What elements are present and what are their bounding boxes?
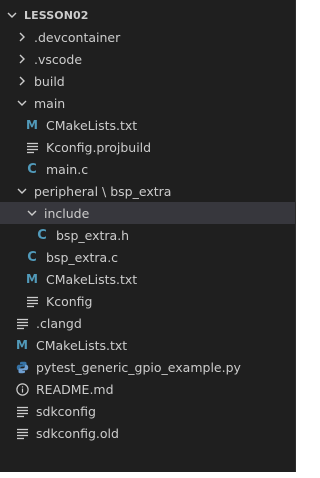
chevron-down-icon	[4, 7, 20, 23]
tree-item-label: CMakeLists.txt	[36, 337, 128, 353]
tree-item-label: build	[34, 73, 65, 89]
tree-item-label: Kconfig.projbuild	[46, 139, 152, 155]
tree-item-clangd[interactable]: .clangd	[0, 312, 295, 334]
tree-item-label: sdkconfig	[36, 403, 96, 419]
tree-item-label: bsp_extra.h	[56, 227, 130, 243]
chevron-right-icon	[14, 29, 30, 45]
chevron-right-icon	[14, 73, 30, 89]
c-file-icon: C	[27, 249, 37, 265]
root-folder-label: LESSON02	[24, 8, 89, 22]
lines-icon	[14, 425, 30, 441]
chevron-down-icon	[14, 183, 30, 199]
tree-item-devcontainer[interactable]: .devcontainer	[0, 26, 295, 48]
tree-item-peripheral-cmakelists[interactable]: M CMakeLists.txt	[0, 268, 295, 290]
cmake-icon: M	[26, 272, 38, 286]
tree-item-main-c[interactable]: C main.c	[0, 158, 295, 180]
tree-item-label: sdkconfig.old	[36, 425, 119, 441]
lines-icon	[24, 139, 40, 155]
python-icon	[14, 359, 30, 375]
tree-item-main-cmakelists[interactable]: M CMakeLists.txt	[0, 114, 295, 136]
tree-item-label: README.md	[36, 381, 114, 397]
c-file-icon: C	[27, 161, 37, 177]
tree-item-root-cmakelists[interactable]: M CMakeLists.txt	[0, 334, 295, 356]
tree-item-label: CMakeLists.txt	[46, 271, 138, 287]
tree-item-pytest-generic-gpio-example[interactable]: pytest_generic_gpio_example.py	[0, 356, 295, 378]
tree-item-kconfig[interactable]: Kconfig	[0, 290, 295, 312]
lines-icon	[14, 403, 30, 419]
tree-item-label: include	[44, 205, 90, 221]
tree-item-label: CMakeLists.txt	[46, 117, 138, 133]
tree-item-label: peripheral \ bsp_extra	[34, 183, 172, 199]
tree-item-sdkconfig[interactable]: sdkconfig	[0, 400, 295, 422]
tree-item-peripheral-bsp-extra[interactable]: peripheral \ bsp_extra	[0, 180, 295, 202]
chevron-down-icon	[24, 205, 40, 221]
tree-item-bsp-extra-c[interactable]: C bsp_extra.c	[0, 246, 295, 268]
tree-item-label: .clangd	[36, 315, 82, 331]
info-icon	[14, 381, 30, 397]
tree-item-label: .devcontainer	[34, 29, 121, 45]
lines-icon	[24, 293, 40, 309]
file-tree: LESSON02 .devcontainer .vscode build mai…	[0, 0, 295, 444]
tree-item-readme[interactable]: README.md	[0, 378, 295, 400]
cmake-icon: M	[16, 338, 28, 352]
tree-item-label: bsp_extra.c	[46, 249, 119, 265]
tree-item-build[interactable]: build	[0, 70, 295, 92]
tree-item-bsp-extra-h[interactable]: C bsp_extra.h	[0, 224, 295, 246]
lines-icon	[14, 315, 30, 331]
chevron-down-icon	[14, 95, 30, 111]
explorer-root-folder[interactable]: LESSON02	[0, 4, 295, 26]
tree-item-vscode[interactable]: .vscode	[0, 48, 295, 70]
cmake-icon: M	[26, 118, 38, 132]
tree-item-label: Kconfig	[46, 293, 93, 309]
tree-item-label: pytest_generic_gpio_example.py	[36, 359, 241, 375]
chevron-right-icon	[14, 51, 30, 67]
tree-item-label: main.c	[46, 161, 89, 177]
file-explorer: LESSON02 .devcontainer .vscode build mai…	[0, 0, 296, 472]
tree-item-kconfig-projbuild[interactable]: Kconfig.projbuild	[0, 136, 295, 158]
tree-item-label: .vscode	[34, 51, 83, 67]
tree-item-main[interactable]: main	[0, 92, 295, 114]
tree-item-include[interactable]: include	[0, 202, 295, 224]
tree-item-sdkconfig-old[interactable]: sdkconfig.old	[0, 422, 295, 444]
c-file-icon: C	[37, 227, 47, 243]
tree-item-label: main	[34, 95, 66, 111]
